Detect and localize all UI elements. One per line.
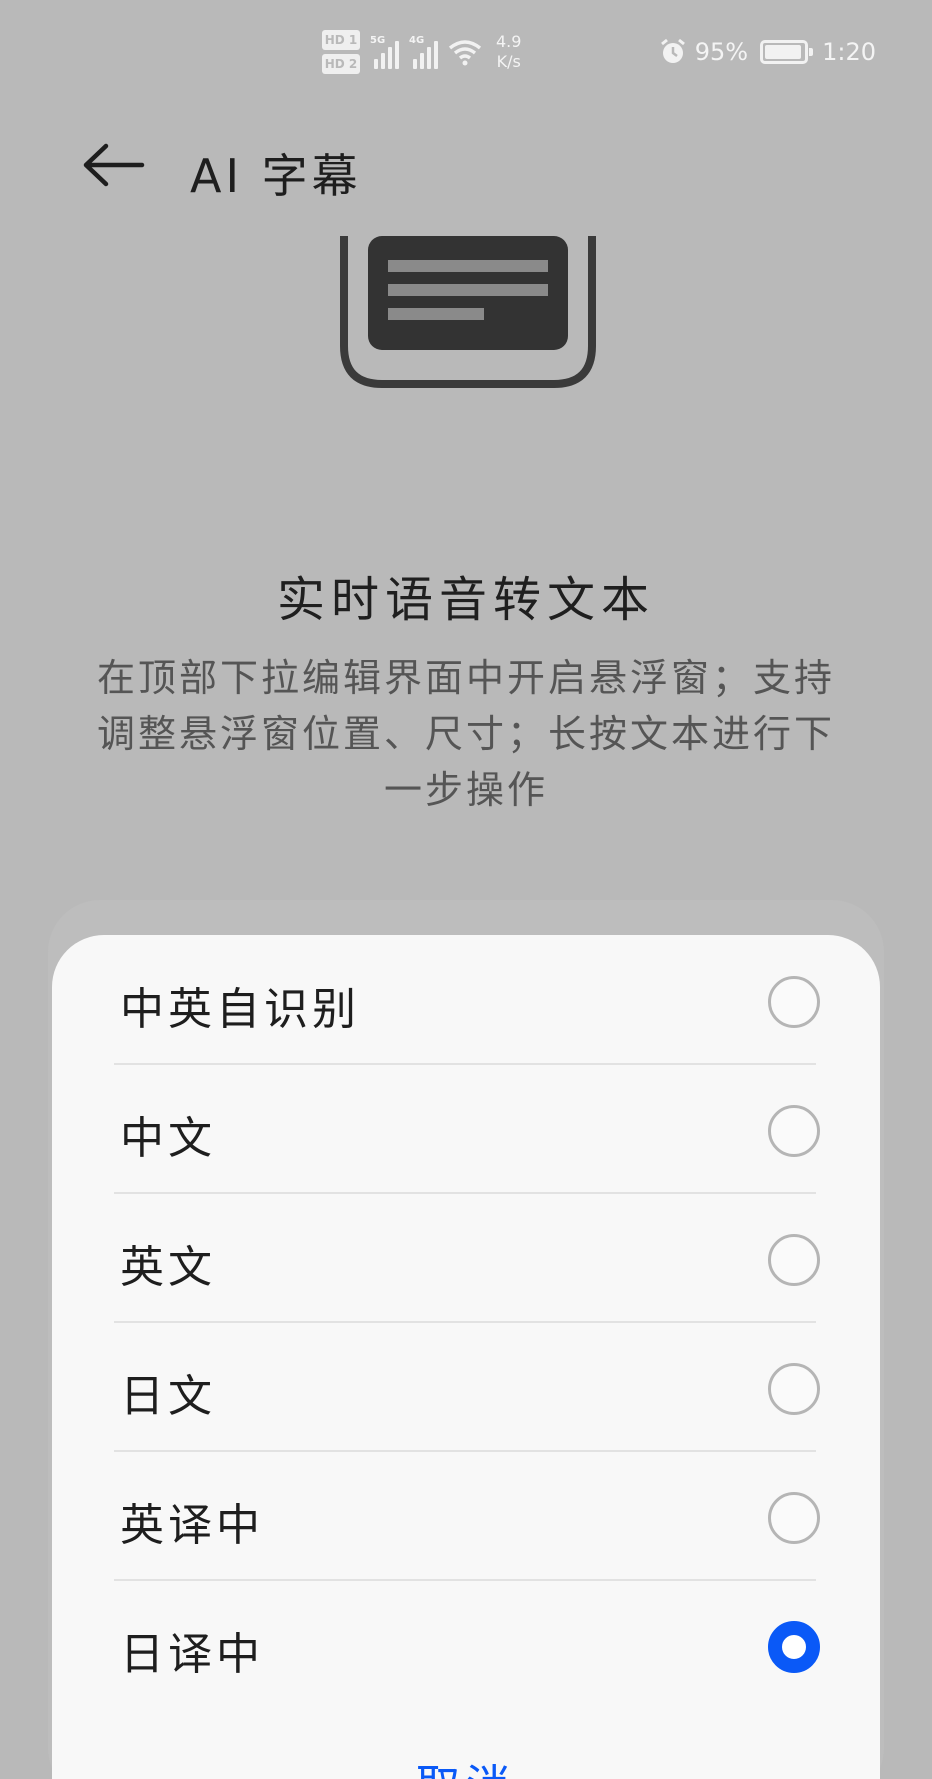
alarm-icon [660, 38, 685, 63]
speed-value: 4.9 [496, 32, 522, 51]
wifi-icon [448, 40, 482, 66]
status-bar: HD 1 HD 2 5G 4G 4.9 K/s 95% 1:20 [0, 0, 932, 100]
network-type-2: 4G [409, 35, 425, 46]
option-zh-en-auto[interactable]: 中英自识别 [62, 935, 820, 1063]
option-label: 日文 [120, 1371, 216, 1422]
option-label: 英文 [120, 1242, 216, 1293]
battery-icon [760, 40, 814, 64]
option-japanese[interactable]: 日文 [62, 1322, 820, 1450]
status-right: 95% 1:20 [659, 38, 876, 66]
option-label: 英译中 [120, 1500, 264, 1551]
radio-button[interactable] [768, 1234, 820, 1286]
caption-illustration [340, 236, 596, 388]
radio-button[interactable] [768, 976, 820, 1028]
hd-badge-1: HD 1 [322, 30, 360, 50]
battery-fill [765, 45, 802, 59]
option-chinese[interactable]: 中文 [62, 1064, 820, 1192]
option-english-to-chinese[interactable]: 英译中 [62, 1451, 820, 1579]
speed-unit: K/s [496, 52, 521, 71]
signal-icon: 5G [370, 35, 399, 69]
network-type-1: 5G [370, 35, 386, 46]
feature-description: 在顶部下拉编辑界面中开启悬浮窗；支持调整悬浮窗位置、尺寸；长按文本进行下一步操作 [96, 656, 835, 812]
radio-button[interactable] [768, 1105, 820, 1157]
hd-badges: HD 1 HD 2 [322, 30, 360, 74]
radio-button[interactable] [768, 1492, 820, 1544]
back-arrow-icon[interactable] [80, 140, 146, 190]
signal-icon-2: 4G [409, 35, 438, 69]
battery-percent: 95% [694, 38, 749, 66]
feature-title: 实时语音转文本 [276, 572, 655, 628]
option-label: 中文 [120, 1113, 216, 1164]
option-japanese-to-chinese[interactable]: 日译中 [62, 1580, 820, 1708]
screen: HD 1 HD 2 5G 4G 4.9 K/s 95% 1:20 AI 字幕 实… [0, 0, 932, 1779]
app-header: AI 字幕 [0, 120, 932, 210]
hd-badge-2: HD 2 [322, 54, 360, 74]
option-english[interactable]: 英文 [62, 1193, 820, 1321]
option-label: 中英自识别 [120, 984, 360, 1035]
page-title: AI 字幕 [190, 149, 362, 203]
radio-button[interactable] [768, 1363, 820, 1415]
network-speed: 4.9 K/s [496, 32, 521, 72]
cancel-button[interactable]: 取消 [0, 1750, 932, 1779]
clock: 1:20 [822, 38, 876, 66]
radio-button[interactable] [768, 1621, 820, 1673]
option-label: 日译中 [120, 1629, 264, 1680]
status-left: HD 1 HD 2 5G 4G 4.9 K/s [322, 30, 521, 74]
